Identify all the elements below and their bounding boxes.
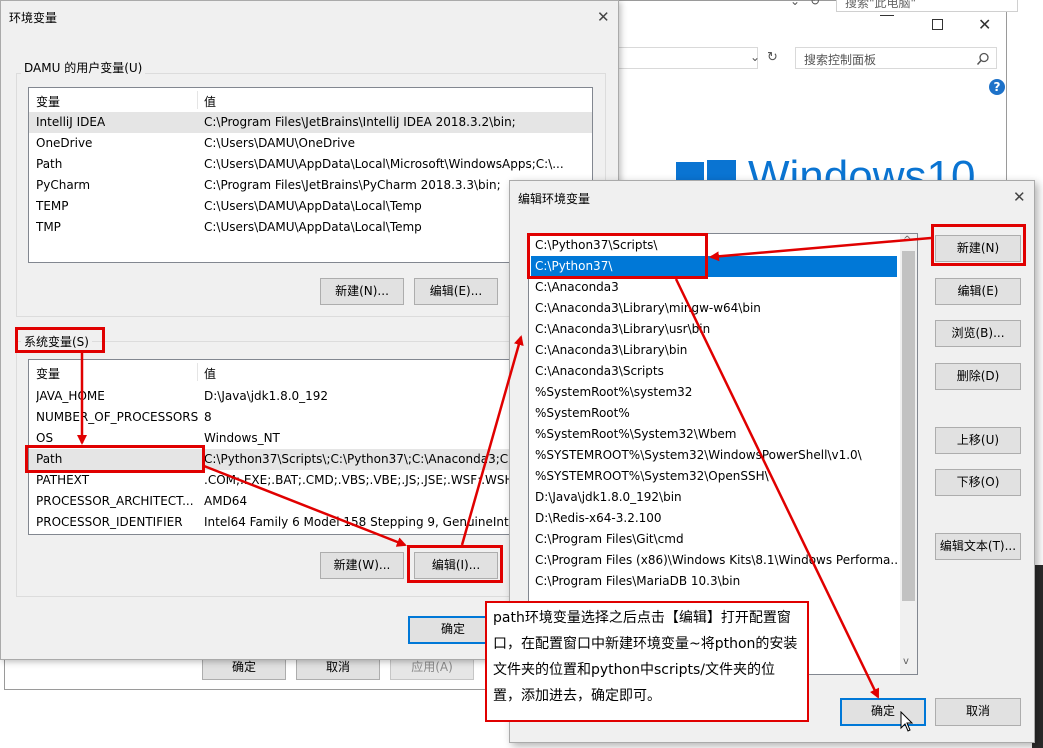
arrow-new-to-entries: [709, 236, 932, 262]
mouse-cursor-icon: [900, 711, 914, 732]
arrow-edit-to-list: [460, 335, 524, 546]
annotation-text: path环境变量选择之后点击【编辑】打开配置窗口，在配置窗口中新建环境变量~将p…: [493, 610, 798, 704]
arrow-path-to-edit: [203, 464, 407, 547]
annotation-callout: path环境变量选择之后点击【编辑】打开配置窗口，在配置窗口中新建环境变量~将p…: [485, 601, 809, 722]
